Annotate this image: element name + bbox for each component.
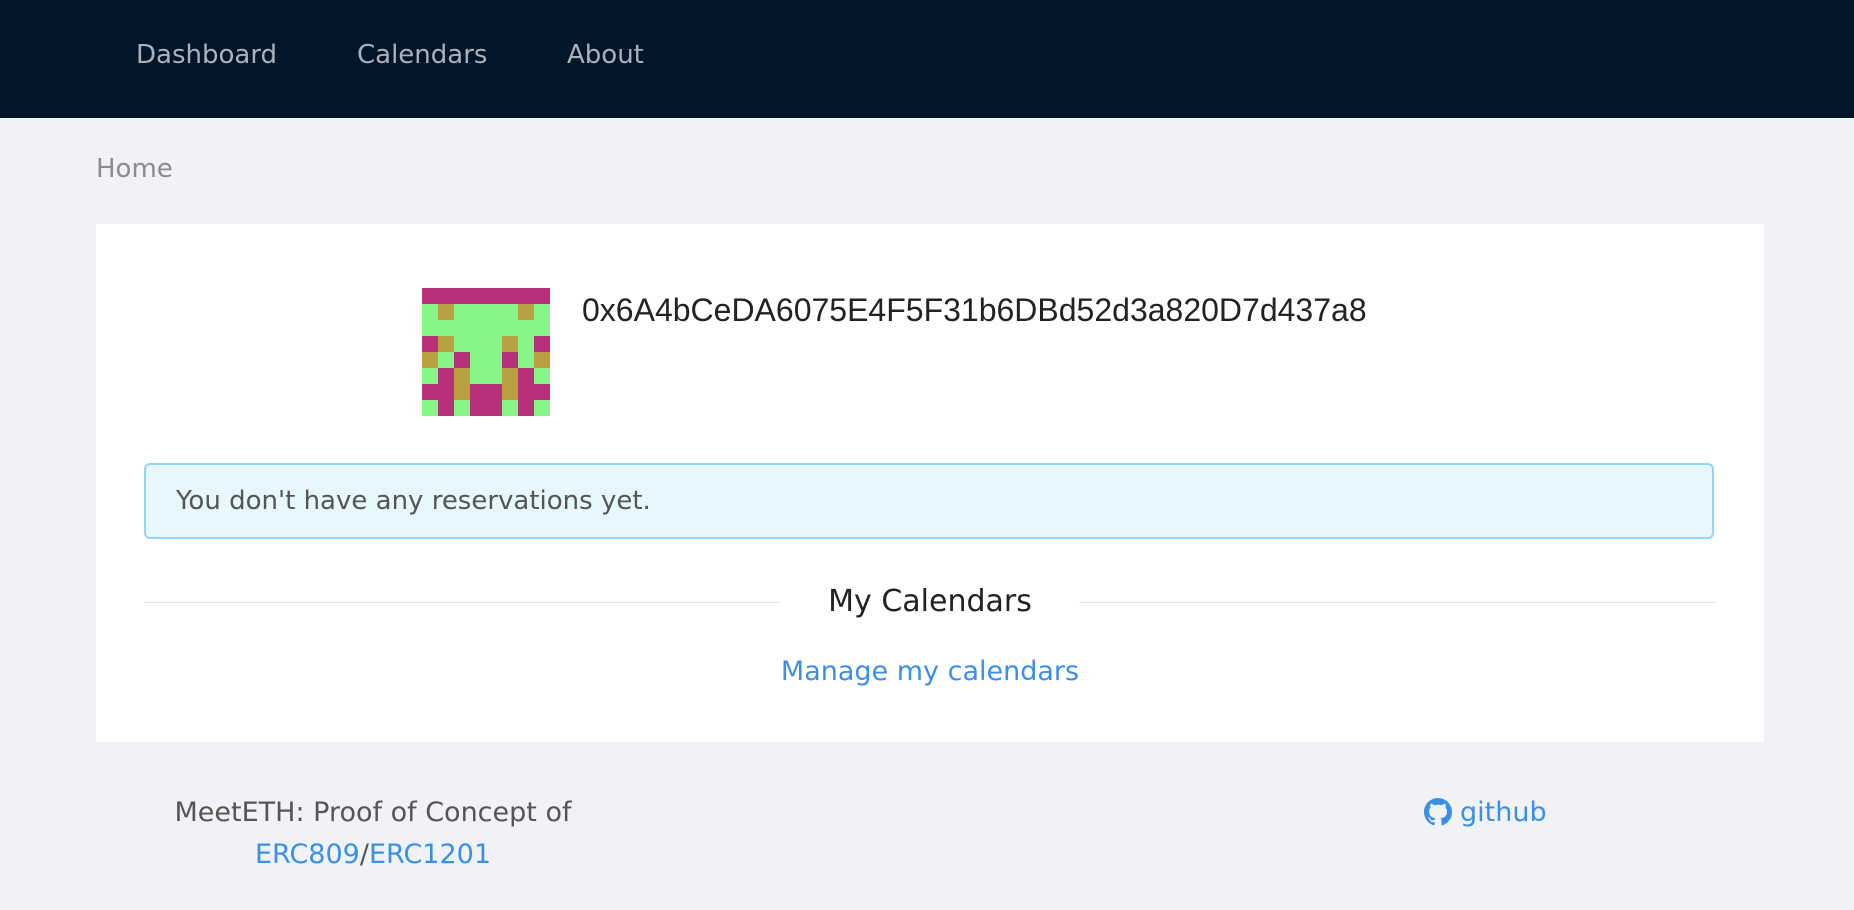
identicon-cell — [470, 400, 486, 416]
identicon-cell — [518, 320, 534, 336]
alert-message: You don't have any reservations yet. — [176, 486, 651, 516]
link-separator: / — [359, 839, 369, 870]
identicon-cell — [422, 352, 438, 368]
identicon-cell — [438, 400, 454, 416]
identicon-cell — [422, 288, 438, 304]
identicon-cell — [486, 384, 502, 400]
identicon-cell — [454, 368, 470, 384]
identicon-cell — [534, 384, 550, 400]
section-title: My Calendars — [144, 580, 1716, 624]
identicon-cell — [486, 368, 502, 384]
breadcrumb[interactable]: Home — [96, 154, 173, 184]
github-icon — [1424, 798, 1452, 826]
profile-card: 0x6A4bCeDA6075E4F5F31b6DBd52d3a820D7d437… — [96, 224, 1764, 742]
identicon-cell — [422, 320, 438, 336]
identicon-cell — [534, 288, 550, 304]
identicon-cell — [534, 352, 550, 368]
identicon-cell — [534, 320, 550, 336]
avatar-identicon — [422, 288, 550, 416]
identicon-cell — [438, 320, 454, 336]
identicon-cell — [470, 336, 486, 352]
identicon-cell — [518, 368, 534, 384]
identicon-cell — [486, 400, 502, 416]
identicon-cell — [438, 368, 454, 384]
identicon-cell — [486, 352, 502, 368]
identicon-cell — [470, 368, 486, 384]
reservations-alert: You don't have any reservations yet. — [144, 463, 1714, 539]
identicon-cell — [486, 288, 502, 304]
nav-about[interactable]: About — [567, 0, 644, 110]
nav-dashboard[interactable]: Dashboard — [136, 0, 277, 110]
identicon-cell — [534, 368, 550, 384]
wallet-address: 0x6A4bCeDA6075E4F5F31b6DBd52d3a820D7d437… — [582, 292, 1367, 328]
identicon-cell — [470, 384, 486, 400]
identicon-cell — [518, 400, 534, 416]
identicon-cell — [422, 368, 438, 384]
identicon-cell — [422, 304, 438, 320]
identicon-cell — [422, 336, 438, 352]
identicon-cell — [502, 336, 518, 352]
identicon-cell — [486, 304, 502, 320]
manage-calendars-link[interactable]: Manage my calendars — [96, 656, 1764, 687]
identicon-cell — [454, 304, 470, 320]
section-divider: My Calendars — [144, 580, 1716, 624]
identicon-cell — [438, 304, 454, 320]
nav-calendars[interactable]: Calendars — [357, 0, 487, 110]
identicon-cell — [438, 384, 454, 400]
identicon-cell — [502, 400, 518, 416]
identicon-cell — [438, 288, 454, 304]
identicon-cell — [518, 352, 534, 368]
github-link[interactable]: github — [1424, 792, 1547, 834]
identicon-cell — [470, 352, 486, 368]
identicon-cell — [534, 400, 550, 416]
identicon-cell — [454, 336, 470, 352]
erc1201-link[interactable]: ERC1201 — [369, 839, 491, 870]
identicon-cell — [502, 320, 518, 336]
identicon-cell — [422, 400, 438, 416]
identicon-cell — [438, 336, 454, 352]
identicon-cell — [518, 384, 534, 400]
identicon-cell — [534, 304, 550, 320]
identicon-cell — [454, 352, 470, 368]
identicon-cell — [470, 320, 486, 336]
identicon-cell — [454, 288, 470, 304]
identicon-cell — [534, 336, 550, 352]
identicon-cell — [502, 368, 518, 384]
erc809-link[interactable]: ERC809 — [255, 839, 360, 870]
identicon-cell — [502, 352, 518, 368]
identicon-cell — [502, 288, 518, 304]
identicon-cell — [454, 400, 470, 416]
identicon-cell — [470, 304, 486, 320]
identicon-cell — [518, 304, 534, 320]
identicon-cell — [502, 304, 518, 320]
footer-description: MeetETH: Proof of Concept of ERC809/ERC1… — [160, 792, 586, 876]
identicon-cell — [502, 384, 518, 400]
identicon-cell — [422, 384, 438, 400]
identicon-cell — [438, 352, 454, 368]
identicon-cell — [518, 336, 534, 352]
identicon-cell — [454, 320, 470, 336]
identicon-cell — [486, 336, 502, 352]
identicon-cell — [470, 288, 486, 304]
footer-text: MeetETH: Proof of Concept of — [174, 797, 572, 828]
identicon-cell — [454, 384, 470, 400]
top-navigation-bar: Dashboard Calendars About — [0, 0, 1854, 118]
identicon-cell — [486, 320, 502, 336]
github-label: github — [1460, 797, 1547, 828]
footer-links: ERC809/ERC1201 — [160, 834, 586, 876]
identicon-cell — [518, 288, 534, 304]
